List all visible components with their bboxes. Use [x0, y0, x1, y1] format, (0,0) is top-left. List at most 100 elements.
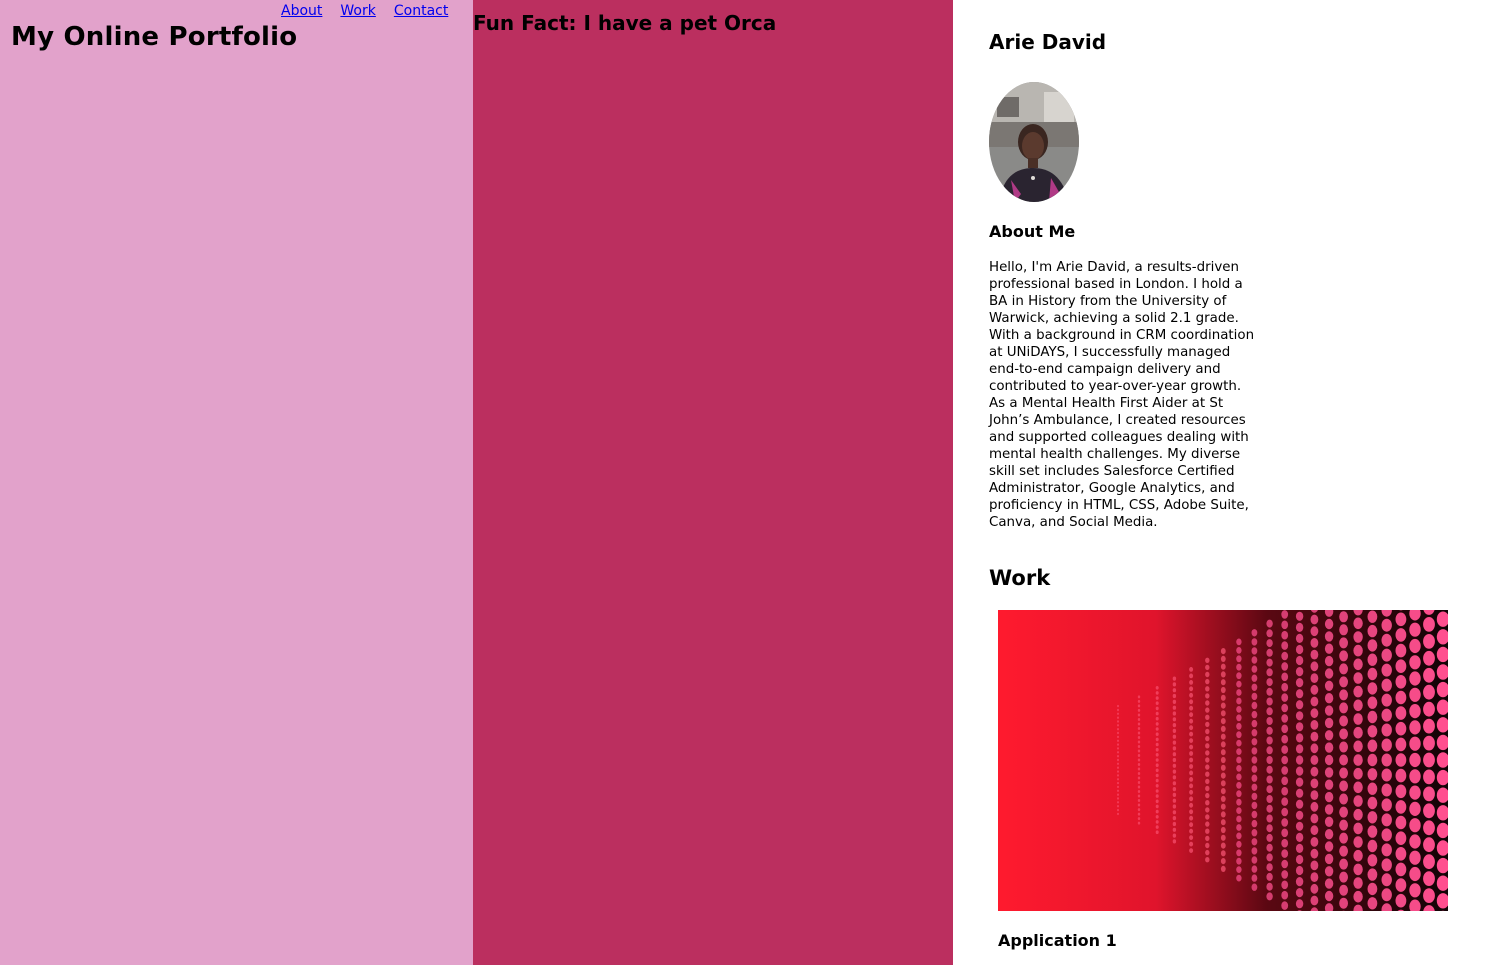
led-dot: [1367, 768, 1378, 781]
led-dot: [1353, 849, 1363, 862]
led-dot: [1339, 637, 1348, 649]
led-dot: [1339, 663, 1348, 675]
led-dot: [1295, 799, 1304, 809]
led-dot: [1172, 682, 1177, 687]
nav-link-contact[interactable]: Contact: [394, 3, 448, 19]
work-item-image[interactable]: [998, 610, 1448, 911]
led-dot: [1189, 783, 1194, 789]
led-dot: [1137, 794, 1141, 798]
led-dot: [1367, 811, 1378, 824]
led-dot: [1189, 770, 1194, 776]
led-dot: [1155, 747, 1159, 752]
led-dot: [1295, 843, 1304, 853]
nav-link-about[interactable]: About: [281, 3, 322, 19]
led-dot: [1117, 801, 1119, 804]
led-dot: [1381, 828, 1392, 842]
led-dot: [1205, 735, 1210, 742]
led-dot: [1137, 722, 1141, 726]
led-dot: [1236, 731, 1242, 739]
led-dot: [1409, 834, 1421, 849]
led-dot: [1353, 890, 1363, 903]
led-dot: [1205, 764, 1210, 770]
led-dot: [1423, 786, 1435, 802]
led-dot: [1367, 739, 1378, 752]
led-dot: [1353, 685, 1363, 698]
led-dot: [1155, 711, 1159, 716]
led-dot: [1155, 789, 1159, 793]
led-dot: [1189, 705, 1194, 711]
led-dot: [1281, 870, 1289, 879]
led-dot: [1117, 766, 1119, 769]
led-dot: [1381, 813, 1392, 827]
led-dot: [1339, 897, 1348, 909]
led-dot: [1310, 766, 1319, 777]
led-dot: [1339, 767, 1348, 779]
led-dot: [1205, 707, 1210, 713]
led-dot: [1324, 742, 1334, 753]
led-dot: [1395, 675, 1407, 689]
led-dot: [1251, 810, 1258, 819]
led-dot: [1395, 893, 1407, 908]
led-dot: [1205, 807, 1210, 813]
led-dot: [1339, 806, 1348, 818]
led-dot: [1281, 662, 1289, 671]
led-dot: [1172, 810, 1177, 815]
led-dot: [1251, 774, 1258, 782]
led-dot: [1117, 808, 1119, 812]
led-dot: [1251, 719, 1258, 728]
led-dot: [1339, 858, 1348, 870]
nav-link-work[interactable]: Work: [340, 3, 375, 19]
led-dot: [1295, 865, 1304, 876]
led-dot: [1220, 725, 1226, 732]
led-dot: [1339, 871, 1348, 883]
led-dot: [1353, 713, 1363, 725]
led-dot: [1381, 783, 1392, 797]
led-dot: [1266, 687, 1273, 696]
led-dot: [1395, 753, 1407, 767]
led-dot: [1353, 658, 1363, 671]
led-dot: [1281, 776, 1289, 786]
led-dot: [1281, 859, 1289, 869]
led-dot: [1205, 785, 1210, 792]
led-dot: [1251, 865, 1258, 873]
led-dot: [1137, 799, 1141, 802]
led-dot: [1137, 817, 1141, 821]
led-dot: [1353, 822, 1363, 835]
led-dot: [1324, 705, 1334, 716]
led-dot: [1117, 739, 1119, 742]
led-dot: [1339, 676, 1348, 688]
led-dot: [1172, 769, 1177, 774]
led-dot: [1423, 684, 1435, 700]
led-dot: [1117, 781, 1119, 785]
led-dot: [1266, 658, 1273, 667]
led-dot: [1367, 897, 1378, 910]
led-dot: [1189, 796, 1194, 802]
led-dot: [1189, 815, 1194, 821]
led-dot: [1266, 882, 1273, 891]
led-dot: [1381, 873, 1392, 887]
led-dot: [1395, 815, 1407, 830]
led-dot: [1117, 728, 1119, 731]
led-dot: [1409, 671, 1421, 686]
led-dot: [1310, 661, 1319, 672]
left-panel: My Online Portfolio About Work Contact: [0, 0, 473, 965]
led-dot: [1266, 863, 1273, 872]
led-dot: [1205, 743, 1210, 749]
led-dot: [1251, 801, 1258, 810]
led-dot: [1251, 665, 1258, 673]
led-dot: [1409, 638, 1421, 654]
led-dot: [1172, 705, 1177, 710]
led-dot: [1236, 866, 1242, 873]
led-dot: [1137, 803, 1141, 807]
about-text: Hello, I'm Arie David, a results-driven …: [989, 260, 1255, 530]
led-dot: [1220, 663, 1226, 670]
led-dot: [1205, 778, 1210, 785]
led-dot: [1137, 736, 1141, 739]
led-dot: [1172, 775, 1177, 780]
led-dot: [1353, 740, 1363, 753]
led-dot: [1367, 868, 1378, 881]
led-dot: [1137, 740, 1141, 744]
led-dot: [1117, 751, 1119, 754]
led-dot: [1117, 758, 1119, 762]
led-dot: [1220, 648, 1226, 655]
